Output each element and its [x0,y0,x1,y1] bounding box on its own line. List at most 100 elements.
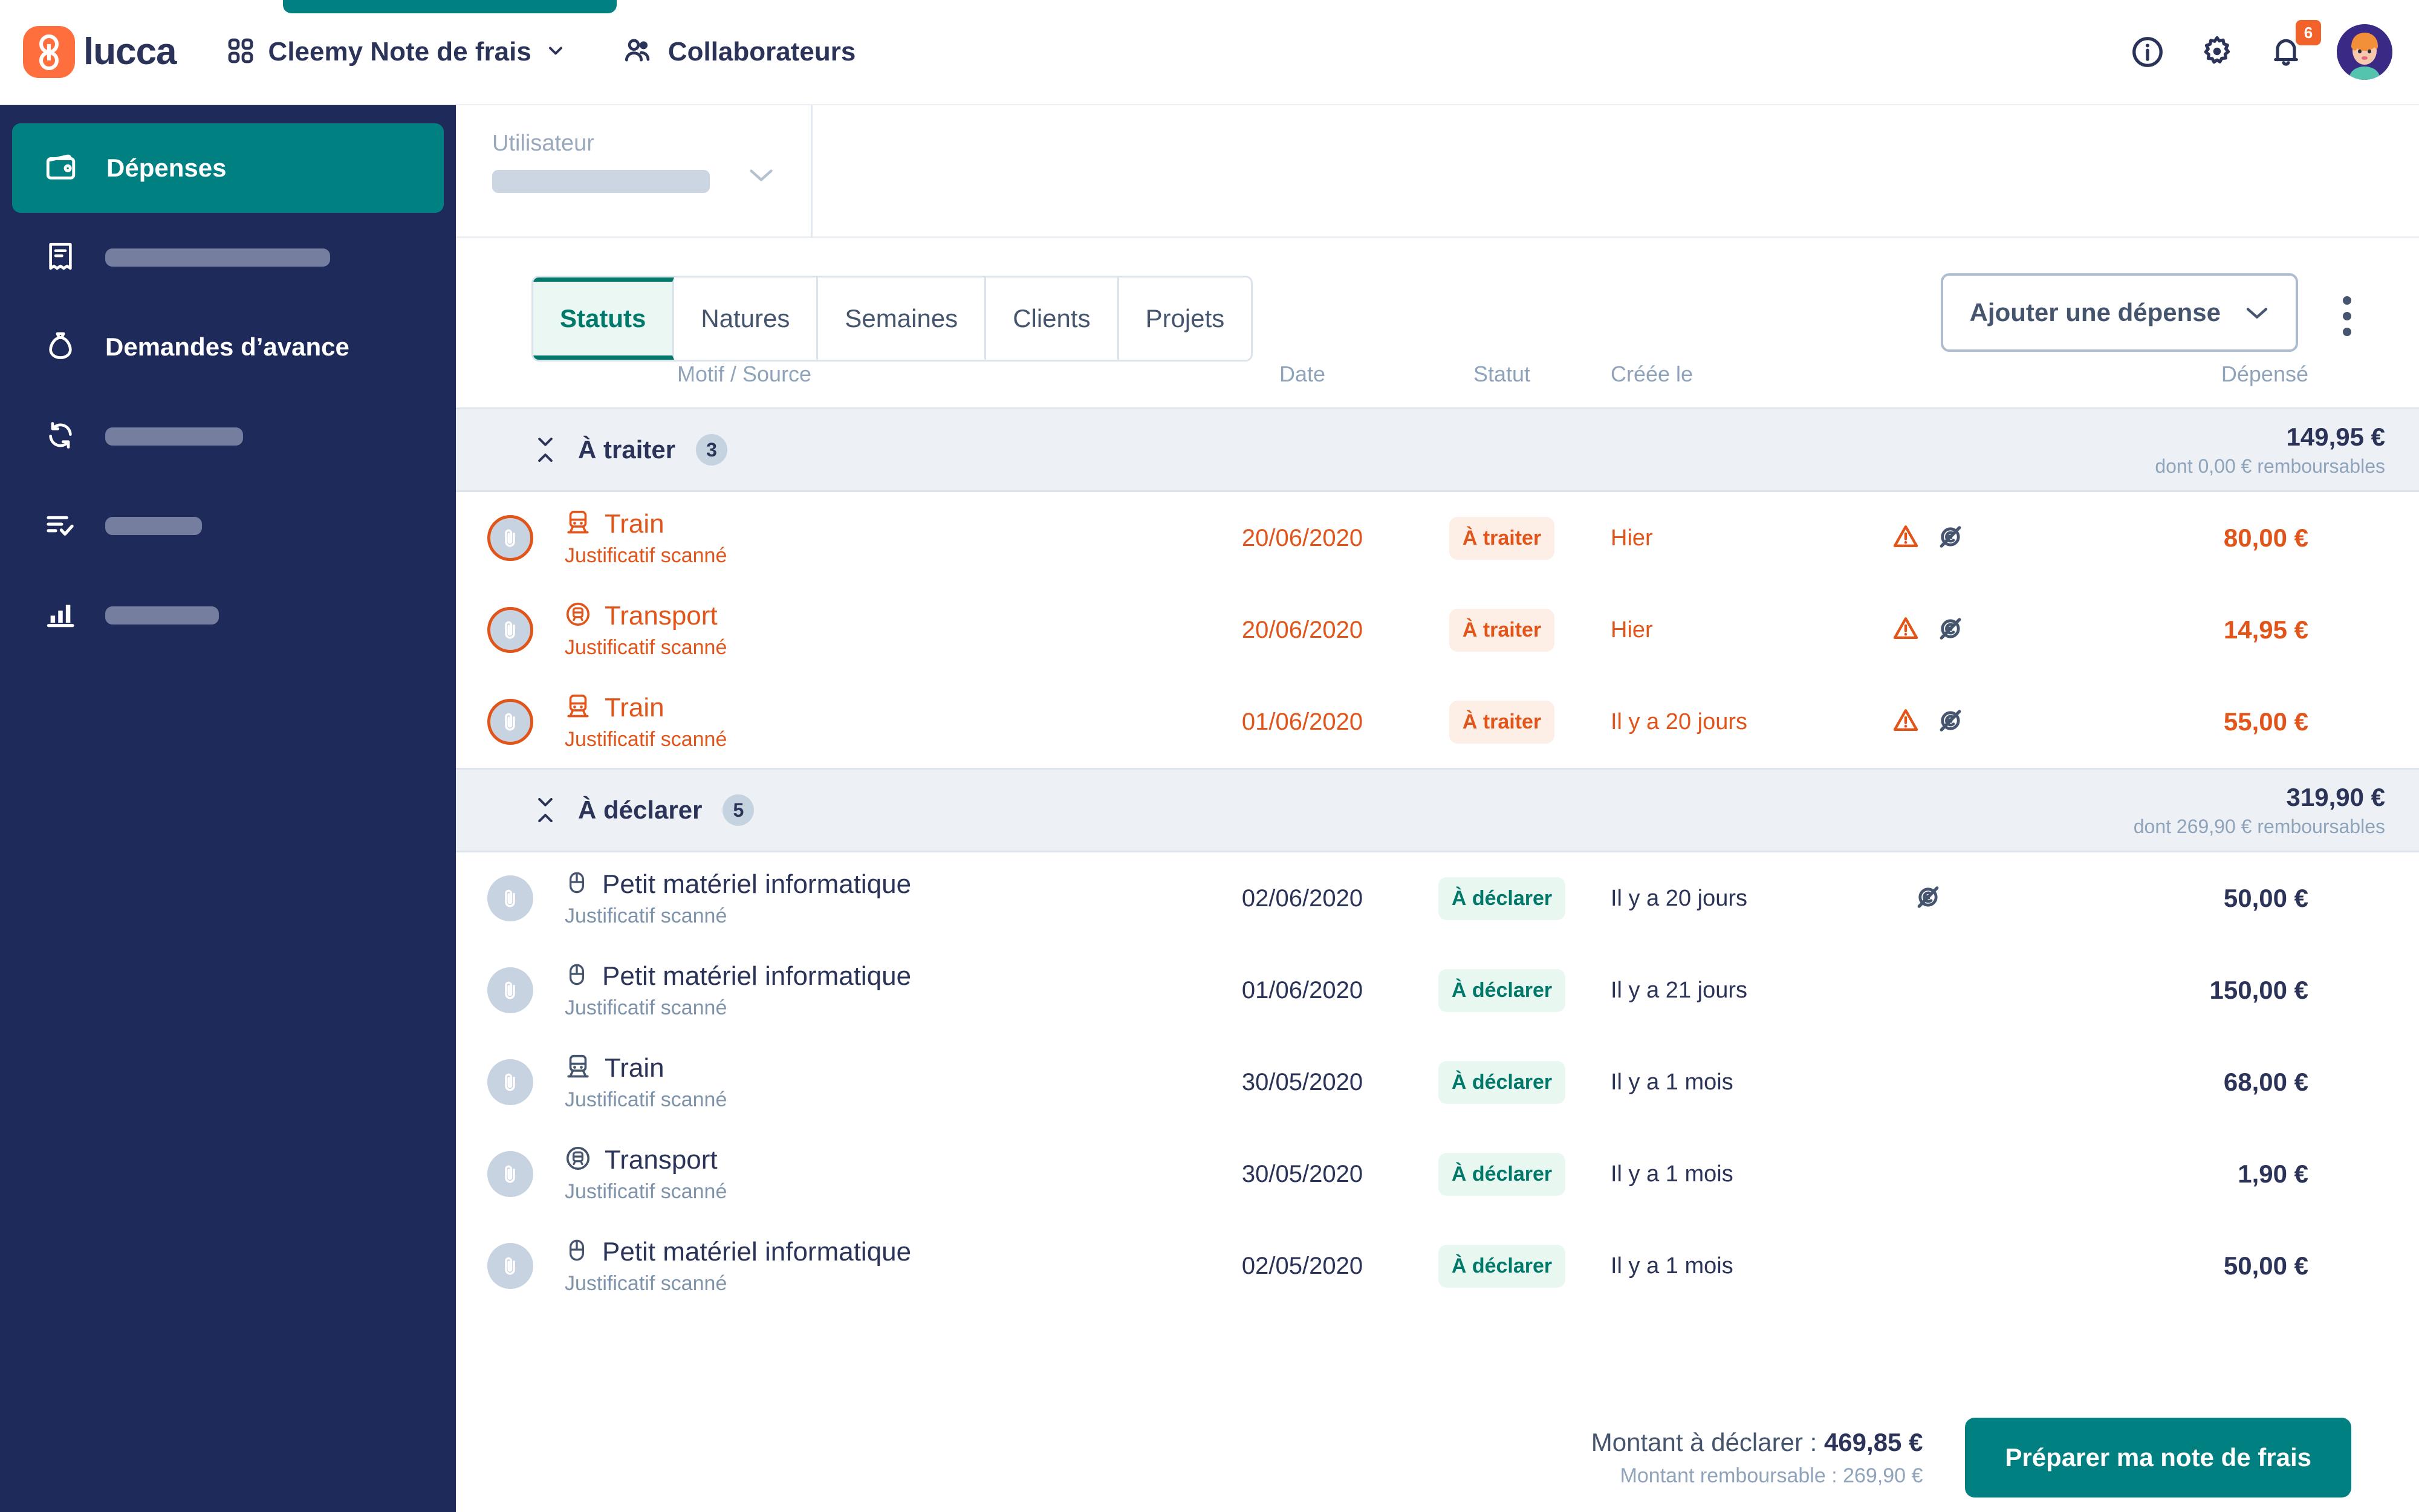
group-header-right: 149,95 € dont 0,00 € remboursables [2155,423,2419,478]
checklist-icon [44,508,77,545]
no-refund-icon[interactable] [1936,706,1965,738]
lucca-logo-wordmark: lucca [83,31,177,73]
table-row[interactable]: Petit matériel informatique Justificatif… [456,852,2419,944]
paperclip-icon[interactable] [487,1151,533,1197]
expense-date: 30/05/2020 [1241,1068,1363,1095]
sidebar-label-placeholder-6 [105,606,219,625]
kebab-menu-icon[interactable] [2343,296,2351,336]
attachment-cell[interactable] [456,875,533,921]
group-subtotal: dont 0,00 € remboursables [2155,455,2385,477]
paperclip-icon[interactable] [487,699,533,745]
warning-triangle-icon[interactable] [1891,522,1920,554]
status-badge: À déclarer [1438,1244,1566,1288]
collapse-icon[interactable] [533,436,557,464]
sidebar-item-depenses[interactable]: Dépenses [12,123,444,213]
no-refund-icon[interactable] [1914,883,1943,915]
attachment-cell[interactable] [456,967,533,1013]
receipt-icon [44,239,77,276]
group-count-badge: 3 [696,434,728,466]
grid-icon [226,36,255,68]
status-badge: À déclarer [1438,969,1566,1012]
filter-bar: Utilisateur [456,105,2419,238]
sidebar-label-placeholder-4 [105,427,243,446]
footer-amount-value: 469,85 € [1823,1427,1923,1456]
table-row[interactable]: Train Justificatif scanné 20/06/2020 À t… [456,492,2419,584]
sidebar-item-demandes-avance[interactable]: Demandes d’avance [12,302,444,392]
expense-amount: 50,00 € [2223,884,2308,912]
status-cell: À déclarer [1411,1244,1593,1288]
info-circle-icon[interactable] [2130,34,2165,70]
bar-chart-icon [44,597,77,634]
sidebar-item-5[interactable] [12,481,444,571]
status-cell: À déclarer [1411,1060,1593,1104]
table-row[interactable]: Petit matériel informatique Justificatif… [456,1220,2419,1312]
paperclip-icon[interactable] [487,967,533,1013]
group-total: 149,95 € [2286,422,2386,451]
status-badge: À déclarer [1438,1060,1566,1104]
expense-date: 20/06/2020 [1241,616,1363,643]
bell-icon[interactable]: 6 [2269,20,2321,70]
lucca-logo[interactable]: lucca [23,26,177,78]
no-refund-icon[interactable] [1936,522,1965,554]
users-icon [622,35,654,70]
table-row[interactable]: Petit matériel informatique Justificatif… [456,944,2419,1036]
prepare-expense-report-button[interactable]: Préparer ma note de frais [1965,1418,2351,1497]
attachment-cell[interactable] [456,1151,533,1197]
expense-created: Il y a 21 jours [1611,977,1747,1003]
nav-item-collaborateurs[interactable]: Collaborateurs [622,35,856,70]
motif-cell: Train Justificatif scanné [533,693,1193,751]
nav-label-collaborateurs: Collaborateurs [667,37,856,67]
attachment-cell[interactable] [456,515,533,561]
attachment-cell[interactable] [456,607,533,653]
warning-triangle-icon[interactable] [1891,614,1920,646]
motif-cell: Transport Justificatif scanné [533,1145,1193,1204]
chevron-down-icon[interactable] [748,163,774,190]
paperclip-icon[interactable] [487,1243,533,1289]
lucca-logo-mark-icon [23,26,75,78]
wallet-icon [44,149,79,187]
table-row[interactable]: Transport Justificatif scanné 30/05/2020… [456,1128,2419,1220]
motif-cell: Train Justificatif scanné [533,1053,1193,1112]
attachment-cell[interactable] [456,1243,533,1289]
expense-nature: Petit matériel informatique [602,961,912,991]
paperclip-icon[interactable] [487,875,533,921]
sidebar-item-6[interactable] [12,571,444,660]
chevron-down-icon[interactable] [545,40,567,65]
paperclip-icon[interactable] [487,515,533,561]
expense-created: Il y a 20 jours [1611,709,1747,735]
train-icon [565,509,591,539]
filter-utilisateur[interactable]: Utilisateur [456,105,813,238]
motif-cell: Train Justificatif scanné [533,509,1193,568]
flags-cell [1852,883,2004,915]
gear-icon[interactable] [2199,34,2235,70]
expense-source: Justificatif scanné [565,1271,727,1295]
money-bag-icon [44,329,77,366]
table-row[interactable]: Train Justificatif scanné 01/06/2020 À t… [456,676,2419,768]
expense-amount: 55,00 € [2223,707,2308,736]
expense-amount: 14,95 € [2223,615,2308,644]
table-row[interactable]: Transport Justificatif scanné 20/06/2020… [456,584,2419,676]
sidebar-item-2[interactable] [12,213,444,302]
group-header[interactable]: À déclarer 5 319,90 € dont 269,90 € remb… [456,768,2419,852]
expense-date: 01/06/2020 [1241,976,1363,1004]
attachment-cell[interactable] [456,699,533,745]
add-expense-button[interactable]: Ajouter une dépense [1940,273,2298,352]
avatar[interactable] [2337,24,2392,80]
warning-triangle-icon[interactable] [1891,706,1920,738]
app-switcher[interactable]: Cleemy Note de frais [226,36,567,68]
header-actions: 6 [2130,20,2392,80]
group-subtotal: dont 269,90 € remboursables [2133,815,2385,837]
collapse-icon[interactable] [533,796,557,824]
expense-amount: 68,00 € [2223,1068,2308,1096]
no-refund-icon[interactable] [1936,614,1965,646]
expense-date: 20/06/2020 [1241,524,1363,551]
table-row[interactable]: Train Justificatif scanné 30/05/2020 À d… [456,1036,2419,1128]
paperclip-icon[interactable] [487,607,533,653]
paperclip-icon[interactable] [487,1059,533,1105]
attachment-cell[interactable] [456,1059,533,1105]
sidebar-item-4[interactable] [12,392,444,481]
mouse-icon [565,869,589,899]
group-header[interactable]: À traiter 3 149,95 € dont 0,00 € rembour… [456,407,2419,492]
sidebar-label-depenses: Dépenses [106,154,227,182]
group-header-left: À traiter 3 [456,434,2155,466]
